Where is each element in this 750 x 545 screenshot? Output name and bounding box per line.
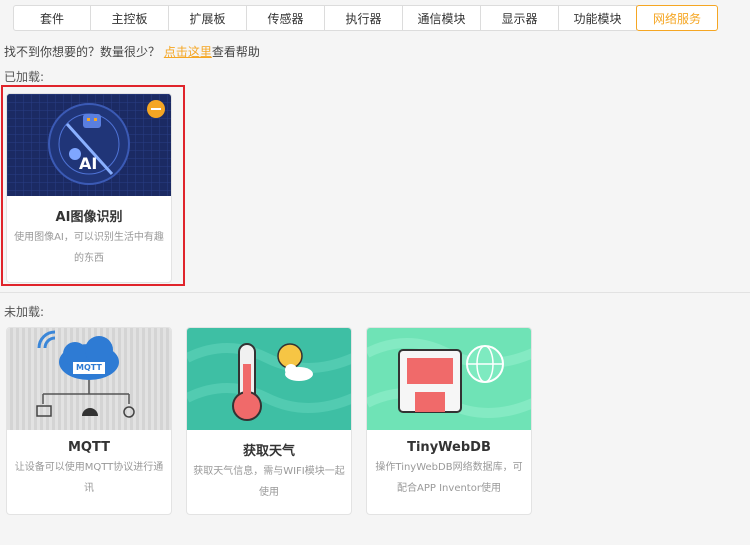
loaded-section-label: 已加载: [4, 70, 45, 84]
card-title: TinyWebDB [407, 440, 491, 455]
help-suffix: 查看帮助 [211, 45, 260, 59]
card-title: 获取天气 [242, 444, 295, 459]
tinywebdb-image [367, 328, 531, 430]
category-tabs: 套件 主控板 扩展板 传感器 执行器 通信模块 显示器 功能模块 网络服务 [13, 5, 718, 31]
help-prefix: 找不到你想要的？数量很少？ [4, 45, 164, 59]
tab-sensors[interactable]: 传感器 [247, 5, 325, 31]
tab-network-services[interactable]: 网络服务 [636, 5, 718, 31]
help-text: 找不到你想要的？数量很少？ 点击这里查看帮助 [4, 43, 260, 60]
tab-communication[interactable]: 通信模块 [403, 5, 481, 31]
tab-expansion-board[interactable]: 扩展板 [169, 5, 247, 31]
help-link[interactable]: 点击这里 [164, 45, 212, 59]
tab-main-board[interactable]: 主控板 [91, 5, 169, 31]
tab-function-modules[interactable]: 功能模块 [559, 5, 637, 31]
ai-image-label: AI [79, 154, 98, 173]
unloaded-section-label: 未加载: [4, 305, 45, 319]
card-description: 获取天气信息，需与WIFI模块一起使用 [193, 466, 345, 498]
tab-actuators[interactable]: 执行器 [325, 5, 403, 31]
mqtt-image-label: MQTT [76, 363, 102, 372]
card-description: 让设备可以使用MQTT协议进行通讯 [14, 462, 164, 494]
extension-card-ai-recognition[interactable]: AI AI图像识别 使用图像AI，可以识别生活中有趣的东西 [6, 93, 172, 283]
mqtt-image: MQTT [7, 328, 171, 430]
weather-image [187, 328, 351, 430]
card-description: 操作TinyWebDB网络数据库，可配合APP Inventor使用 [375, 462, 523, 494]
extension-card-weather[interactable]: 获取天气 获取天气信息，需与WIFI模块一起使用 [186, 327, 352, 515]
card-title: MQTT [67, 440, 111, 455]
tab-display[interactable]: 显示器 [481, 5, 559, 31]
ai-recognition-image: AI [7, 94, 171, 196]
tab-kit[interactable]: 套件 [13, 5, 91, 31]
card-description: 使用图像AI，可以识别生活中有趣的东西 [14, 232, 164, 264]
extension-card-mqtt[interactable]: MQTT MQTT 让设备可以使用MQTT协议进行通讯 [6, 327, 172, 515]
remove-extension-button[interactable] [147, 100, 165, 118]
card-title: AI图像识别 [55, 210, 123, 225]
extension-card-tinywebdb[interactable]: TinyWebDB 操作TinyWebDB网络数据库，可配合APP Invent… [366, 327, 532, 515]
section-divider [0, 292, 750, 293]
